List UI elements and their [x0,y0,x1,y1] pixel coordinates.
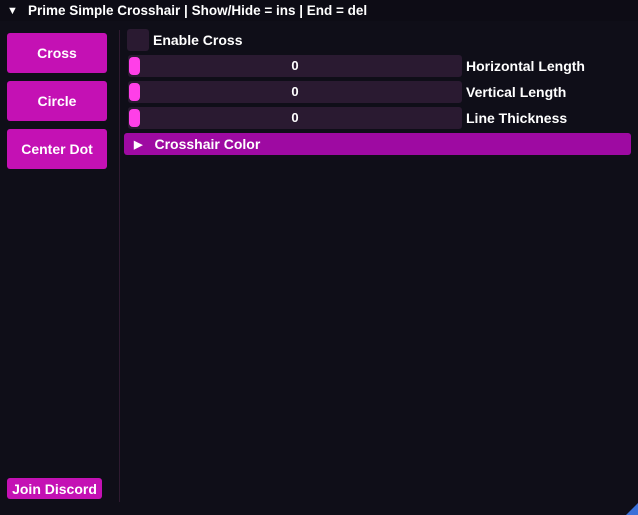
main-panel: Enable Cross 0 Horizontal Length 0 Verti… [124,21,634,501]
slider-value: 0 [291,58,299,73]
enable-cross-checkbox[interactable] [127,29,149,51]
join-discord-button[interactable]: Join Discord [7,478,102,499]
vertical-length-slider[interactable]: 0 [128,81,462,103]
sidebar: Cross Circle Center Dot Join Discord [0,21,119,515]
line-thickness-slider[interactable]: 0 [128,107,462,129]
window-title: Prime Simple Crosshair | Show/Hide = ins… [28,3,368,18]
collapse-arrow-icon[interactable]: ▼ [7,5,18,17]
slider-value: 0 [291,110,299,125]
center-dot-button[interactable]: Center Dot [7,129,107,169]
line-thickness-label: Line Thickness [466,110,568,126]
crosshair-color-label: Crosshair Color [154,136,261,152]
slider-value: 0 [291,84,299,99]
crosshair-window: ▼ Prime Simple Crosshair | Show/Hide = i… [0,0,638,515]
vertical-length-label: Vertical Length [466,84,567,100]
enable-cross-label: Enable Cross [153,32,243,48]
cross-button[interactable]: Cross [7,33,107,73]
circle-button[interactable]: Circle [7,81,107,121]
sidebar-divider [119,30,120,502]
window-titlebar[interactable]: ▼ Prime Simple Crosshair | Show/Hide = i… [0,0,638,21]
resize-grip[interactable] [626,503,638,515]
crosshair-color-header[interactable]: ▶ Crosshair Color [124,133,631,155]
horizontal-length-label: Horizontal Length [466,58,585,74]
expand-arrow-icon: ▶ [134,138,143,151]
horizontal-length-slider[interactable]: 0 [128,55,462,77]
